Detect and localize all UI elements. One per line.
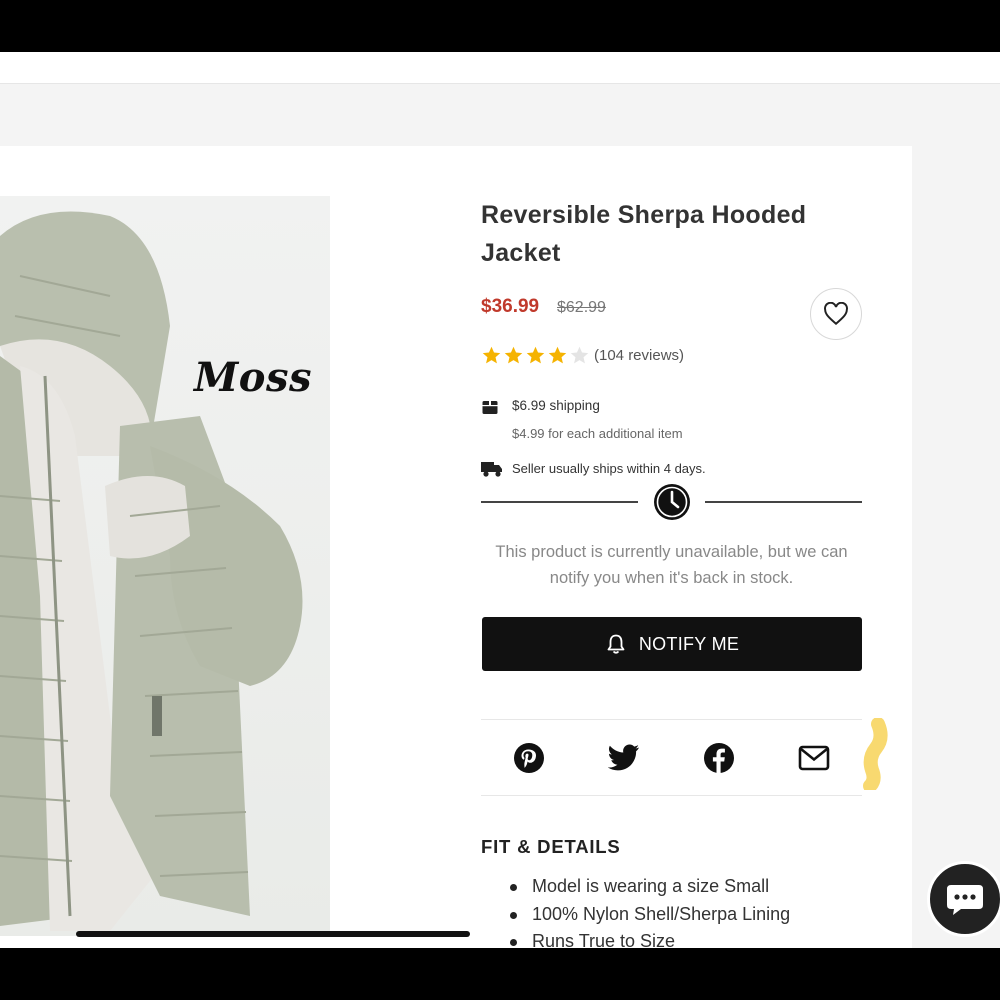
share-pinterest-button[interactable] bbox=[512, 741, 546, 775]
image-scroll-indicator[interactable] bbox=[76, 931, 470, 937]
shipping-cost: $6.99 shipping bbox=[512, 398, 600, 413]
share-twitter-button[interactable] bbox=[607, 741, 641, 775]
header-strip bbox=[0, 52, 1000, 84]
original-price: $62.99 bbox=[557, 299, 606, 316]
product-title: Reversible Sherpa Hooded Jacket bbox=[481, 201, 807, 267]
top-black-bar bbox=[0, 0, 1000, 52]
divider-right bbox=[705, 501, 862, 503]
ships-within-text: Seller usually ships within 4 days. bbox=[512, 461, 706, 476]
share-facebook-button[interactable] bbox=[702, 741, 736, 775]
share-divider-bottom bbox=[481, 795, 862, 796]
share-email-button[interactable] bbox=[797, 741, 831, 775]
screen: Moss Reversible Sherpa Hooded Jacket $36… bbox=[0, 0, 1000, 1000]
rating-stars[interactable] bbox=[481, 345, 590, 366]
share-divider-top bbox=[481, 719, 862, 720]
star-filled-icon bbox=[504, 346, 523, 364]
star-filled-icon bbox=[548, 346, 567, 364]
product-image[interactable] bbox=[0, 196, 330, 936]
fit-details-heading: FIT & DETAILS bbox=[481, 836, 621, 857]
star-filled-icon bbox=[526, 346, 545, 364]
facebook-icon bbox=[704, 743, 734, 773]
chat-button[interactable] bbox=[927, 861, 1000, 937]
wishlist-button[interactable] bbox=[810, 288, 862, 340]
highlight-annotation bbox=[863, 718, 888, 790]
shipping-additional: $4.99 for each additional item bbox=[512, 426, 683, 441]
divider-left bbox=[481, 501, 638, 503]
star-empty-icon bbox=[570, 346, 589, 364]
bottom-black-bar bbox=[0, 948, 1000, 1000]
chat-bubble-icon bbox=[947, 885, 983, 915]
sale-price: $36.99 bbox=[481, 296, 540, 317]
unavailable-message: This product is currently unavailable, b… bbox=[495, 543, 848, 587]
star-filled-icon bbox=[482, 346, 501, 364]
notify-me-button[interactable]: NOTIFY ME bbox=[482, 617, 862, 671]
email-icon bbox=[798, 745, 830, 771]
clock-icon bbox=[654, 484, 690, 520]
detail-item: 100% Nylon Shell/Sherpa Lining bbox=[509, 901, 790, 929]
image-caption: Moss bbox=[194, 354, 312, 401]
detail-item: Model is wearing a size Small bbox=[509, 873, 790, 901]
package-icon bbox=[482, 401, 498, 414]
jacket-illustration bbox=[0, 211, 303, 931]
twitter-icon bbox=[608, 744, 639, 771]
pinterest-icon bbox=[514, 743, 544, 773]
heart-icon bbox=[824, 302, 848, 326]
bell-icon bbox=[607, 634, 625, 654]
fit-details-list: Model is wearing a size Small 100% Nylon… bbox=[509, 873, 790, 956]
review-count-link[interactable]: (104 reviews) bbox=[594, 347, 684, 364]
truck-icon bbox=[481, 462, 502, 477]
notify-me-label: NOTIFY ME bbox=[638, 633, 740, 654]
